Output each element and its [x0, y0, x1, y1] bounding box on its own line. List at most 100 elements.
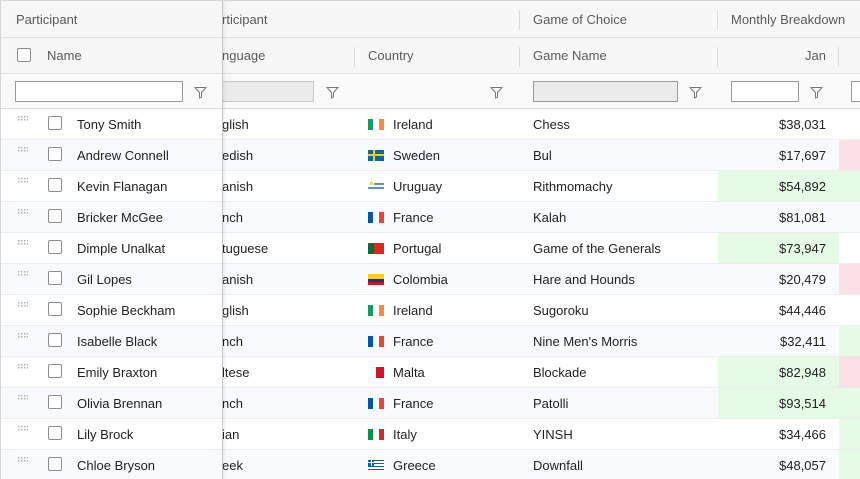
- country-name: Ireland: [393, 116, 433, 132]
- pinned-table-row[interactable]: Tony Smith: [1, 109, 222, 140]
- drag-handle-icon[interactable]: [18, 426, 29, 434]
- participant-name-cell: Bricker McGee: [77, 209, 163, 225]
- country-cell: Malta: [368, 357, 516, 387]
- country-name: Malta: [393, 364, 425, 380]
- ireland-flag-icon: [368, 304, 384, 316]
- row-checkbox[interactable]: [48, 426, 62, 440]
- language-cell: nch: [222, 209, 243, 225]
- row-checkbox[interactable]: [48, 302, 62, 316]
- funnel-icon[interactable]: [194, 86, 207, 99]
- select-all-checkbox[interactable]: [17, 48, 31, 62]
- drag-handle-icon[interactable]: [18, 116, 29, 124]
- pinned-table-row[interactable]: Olivia Brennan: [1, 388, 222, 419]
- row-checkbox[interactable]: [48, 271, 62, 285]
- pinned-table-row[interactable]: Sophie Beckham: [1, 295, 222, 326]
- column-header-jan[interactable]: Jan: [718, 38, 826, 73]
- participant-name-cell: Andrew Connell: [77, 147, 169, 163]
- column-header-country[interactable]: Country: [368, 38, 508, 73]
- game-name-filter-input[interactable]: [533, 81, 678, 102]
- feb-cell: [839, 419, 860, 449]
- drag-handle-icon[interactable]: [18, 395, 29, 403]
- jan-cell: $38,031: [779, 116, 826, 132]
- country-cell: Sweden: [368, 140, 516, 170]
- group-header-monthly-breakdown[interactable]: Monthly Breakdown: [731, 1, 860, 37]
- row-checkbox[interactable]: [48, 209, 62, 223]
- colombia-flag-icon: [368, 273, 384, 285]
- language-cell: edish: [222, 147, 254, 163]
- language-cell: anish: [222, 271, 254, 287]
- pinned-table-row[interactable]: Gil Lopes: [1, 264, 222, 295]
- pinned-table-row[interactable]: Chloe Bryson: [1, 450, 222, 479]
- group-header-participant-scrolled[interactable]: rticipant: [222, 1, 519, 37]
- drag-handle-icon[interactable]: [18, 271, 29, 279]
- jan-cell: $93,514: [718, 388, 839, 418]
- country-cell: Colombia: [368, 264, 516, 294]
- drag-handle-icon[interactable]: [18, 240, 29, 248]
- country-name: France: [393, 333, 434, 349]
- country-name: France: [393, 209, 434, 225]
- row-checkbox[interactable]: [48, 178, 62, 192]
- sweden-flag-icon: [368, 149, 384, 161]
- jan-cell: $82,948: [718, 357, 839, 387]
- drag-handle-icon[interactable]: [18, 147, 29, 155]
- group-header-game-of-choice[interactable]: Game of Choice: [533, 1, 713, 37]
- game-name-cell: Blockade: [533, 364, 587, 380]
- pinned-table-row[interactable]: Isabelle Black: [1, 326, 222, 357]
- jan-cell: $32,411: [779, 333, 826, 349]
- pinned-filter-row: [1, 74, 222, 109]
- country-cell: Greece: [368, 450, 516, 479]
- feb-cell: [839, 171, 860, 201]
- jan-cell: $48,057: [779, 457, 826, 473]
- jan-cell: $54,892: [718, 171, 839, 201]
- name-filter-input[interactable]: [15, 81, 183, 102]
- country-name: Portugal: [393, 240, 442, 256]
- france-flag-icon: [368, 397, 384, 409]
- pinned-group-header-row: Participant: [1, 1, 222, 38]
- row-checkbox[interactable]: [48, 333, 62, 347]
- row-checkbox[interactable]: [48, 116, 62, 130]
- feb-filter-input[interactable]: [851, 81, 860, 102]
- pinned-table-row[interactable]: Kevin Flanagan: [1, 171, 222, 202]
- funnel-icon[interactable]: [490, 86, 503, 99]
- drag-handle-icon[interactable]: [18, 457, 29, 465]
- pinned-table-row[interactable]: Dimple Unalkat: [1, 233, 222, 264]
- row-checkbox[interactable]: [48, 395, 62, 409]
- feb-cell: [839, 295, 860, 325]
- funnel-icon[interactable]: [689, 86, 702, 99]
- row-checkbox[interactable]: [48, 147, 62, 161]
- jan-filter-input[interactable]: [731, 81, 799, 102]
- row-checkbox[interactable]: [48, 457, 62, 471]
- drag-handle-icon[interactable]: [18, 302, 29, 310]
- pinned-table-row[interactable]: Emily Braxton: [1, 357, 222, 388]
- language-cell: glish: [222, 116, 249, 132]
- game-name-cell: Game of the Generals: [533, 240, 661, 256]
- drag-handle-icon[interactable]: [18, 209, 29, 217]
- participant-name-cell: Sophie Beckham: [77, 302, 176, 318]
- country-cell: France: [368, 388, 516, 418]
- column-header-language[interactable]: nguage: [222, 38, 352, 73]
- row-checkbox[interactable]: [48, 240, 62, 254]
- participant-name-cell: Dimple Unalkat: [77, 240, 166, 256]
- pinned-table-row[interactable]: Andrew Connell: [1, 140, 222, 171]
- drag-handle-icon[interactable]: [18, 364, 29, 372]
- language-cell: tuguese: [222, 240, 269, 256]
- group-header-participant[interactable]: Participant: [16, 1, 216, 37]
- game-name-cell: Hare and Hounds: [533, 271, 635, 287]
- pinned-table-row[interactable]: Bricker McGee: [1, 202, 222, 233]
- feb-cell: [839, 326, 860, 356]
- column-header-name[interactable]: Name: [47, 38, 197, 73]
- pinned-table-row[interactable]: Lily Brock: [1, 419, 222, 450]
- column-header-game-name[interactable]: Game Name: [533, 38, 713, 73]
- country-name: Ireland: [393, 302, 433, 318]
- row-checkbox[interactable]: [48, 364, 62, 378]
- drag-handle-icon[interactable]: [18, 333, 29, 341]
- feb-cell: [839, 233, 860, 263]
- game-name-cell: Nine Men's Morris: [533, 333, 638, 349]
- game-name-cell: Kalah: [533, 209, 567, 225]
- drag-handle-icon[interactable]: [18, 178, 29, 186]
- game-name-cell: Bul: [533, 147, 552, 163]
- funnel-icon[interactable]: [326, 86, 339, 99]
- funnel-icon[interactable]: [810, 86, 823, 99]
- country-cell: Uruguay: [368, 171, 516, 201]
- portugal-flag-icon: [368, 242, 384, 254]
